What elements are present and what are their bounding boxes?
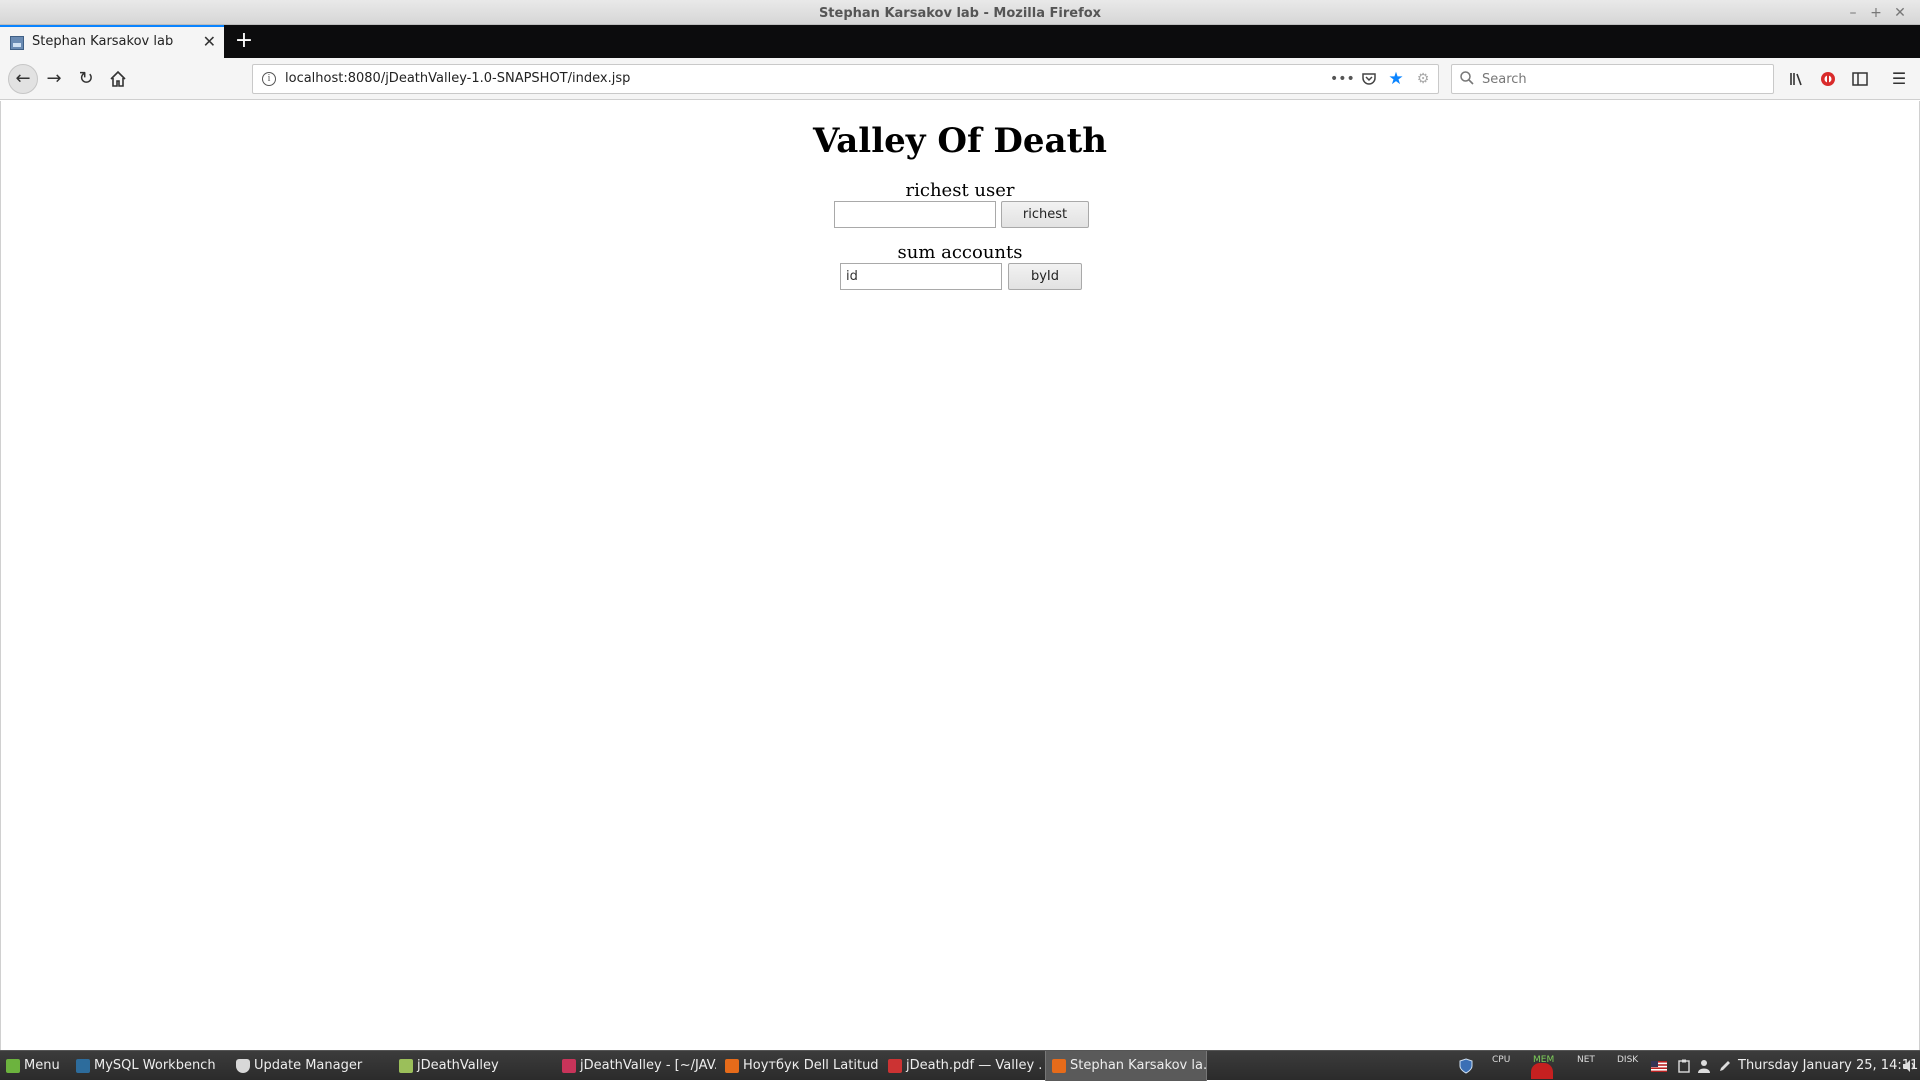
task-pdf-viewer[interactable]: jDeath.pdf — Valley ... [882,1051,1042,1081]
by-id-button[interactable]: byId [1008,263,1082,290]
disk-meter-label: DISK [1617,1055,1639,1065]
task-label: Ноутбук Dell Latitud... [743,1058,879,1073]
mysql-workbench-icon [76,1059,90,1073]
extension-gear-icon[interactable]: ⚙ [1412,69,1434,89]
close-window-icon[interactable]: ✕ [1890,3,1910,23]
url-bar[interactable]: i localhost:8080/jDeathValley-1.0-SNAPSH… [252,64,1439,94]
clock[interactable]: Thursday January 25, 14:11 [1738,1051,1918,1081]
task-firefox-active[interactable]: Stephan Karsakov la... [1045,1051,1207,1081]
tab-strip: Stephan Karsakov lab ✕ + [0,25,1920,58]
nav-toolbar: ← → ↻ i localhost:8080/jDeathValley-1.0-… [0,58,1920,100]
intellij-icon [562,1059,576,1073]
volume-icon[interactable] [1902,1051,1918,1081]
us-flag-icon[interactable] [1651,1051,1669,1081]
page-actions-icon[interactable]: ••• [1330,69,1355,89]
tab-active[interactable]: Stephan Karsakov lab ✕ [0,25,224,58]
task-label: jDeathValley - [~/JAV... [580,1058,716,1073]
search-icon [1460,71,1474,89]
menu-label: Menu [24,1058,60,1073]
tab-title: Stephan Karsakov lab [32,34,174,49]
mint-menu-icon [6,1059,20,1073]
account-id-input[interactable] [840,263,1002,290]
folder-icon [399,1059,413,1073]
task-browser-dell[interactable]: Ноутбук Dell Latitud... [719,1051,879,1081]
net-meter-label: NET [1577,1055,1595,1065]
clipboard-icon[interactable] [1678,1051,1692,1081]
pocket-icon[interactable] [1358,69,1380,89]
hamburger-menu-icon[interactable]: ☰ [1886,66,1912,92]
minimize-icon[interactable]: – [1843,3,1863,23]
favicon-icon [10,36,24,50]
user-icon[interactable] [1698,1051,1712,1081]
sidebar-icon[interactable] [1847,66,1873,92]
page-title: Valley Of Death [813,121,1107,161]
bookmark-star-icon[interactable]: ★ [1385,69,1407,89]
taskbar: Menu MySQL Workbench Update Manager jDea… [0,1050,1920,1081]
task-label: MySQL Workbench [94,1058,216,1073]
reload-button[interactable]: ↻ [72,65,100,93]
home-icon [110,70,126,87]
search-bar[interactable] [1451,64,1774,94]
search-input[interactable] [1482,70,1762,88]
firefox-icon [1052,1059,1066,1073]
sum-accounts-label: sum accounts [897,242,1023,263]
richest-button[interactable]: richest [1001,201,1089,228]
forward-button[interactable]: → [40,65,68,93]
pdf-icon [888,1059,902,1073]
page-content: Valley Of Death richest user richest sum… [0,101,1920,1050]
task-update-manager[interactable]: Update Manager [230,1051,390,1081]
cpu-meter-label: CPU [1492,1055,1511,1065]
task-label: jDeathValley [417,1058,499,1073]
home-button[interactable] [104,65,132,93]
maximize-icon[interactable]: + [1866,3,1886,23]
pen-icon[interactable] [1718,1051,1732,1081]
richest-input[interactable] [834,201,996,228]
richest-user-label: richest user [905,180,1015,201]
shield-icon [236,1059,250,1073]
new-tab-button[interactable]: + [232,27,256,55]
security-shield-icon[interactable] [1459,1051,1475,1081]
start-menu-button[interactable]: Menu [0,1051,66,1081]
task-mysql-workbench[interactable]: MySQL Workbench [70,1051,230,1081]
task-label: Stephan Karsakov la... [1070,1058,1207,1073]
mem-meter-graph [1531,1063,1553,1079]
firefox-icon [725,1059,739,1073]
window-titlebar: Stephan Karsakov lab - Mozilla Firefox –… [0,0,1920,25]
library-icon[interactable] [1784,66,1810,92]
site-info-icon[interactable]: i [262,72,276,86]
task-jdeathvalley-folder[interactable]: jDeathValley [393,1051,553,1081]
task-label: Update Manager [254,1058,363,1073]
back-button[interactable]: ← [8,64,38,94]
extension-red-icon[interactable] [1815,66,1841,92]
task-label: jDeath.pdf — Valley ... [906,1058,1042,1073]
task-jdeathvalley-ide[interactable]: jDeathValley - [~/JAV... [556,1051,716,1081]
url-text[interactable]: localhost:8080/jDeathValley-1.0-SNAPSHOT… [285,71,630,86]
close-tab-icon[interactable]: ✕ [203,32,216,51]
window-title: Stephan Karsakov lab - Mozilla Firefox [818,6,1102,21]
